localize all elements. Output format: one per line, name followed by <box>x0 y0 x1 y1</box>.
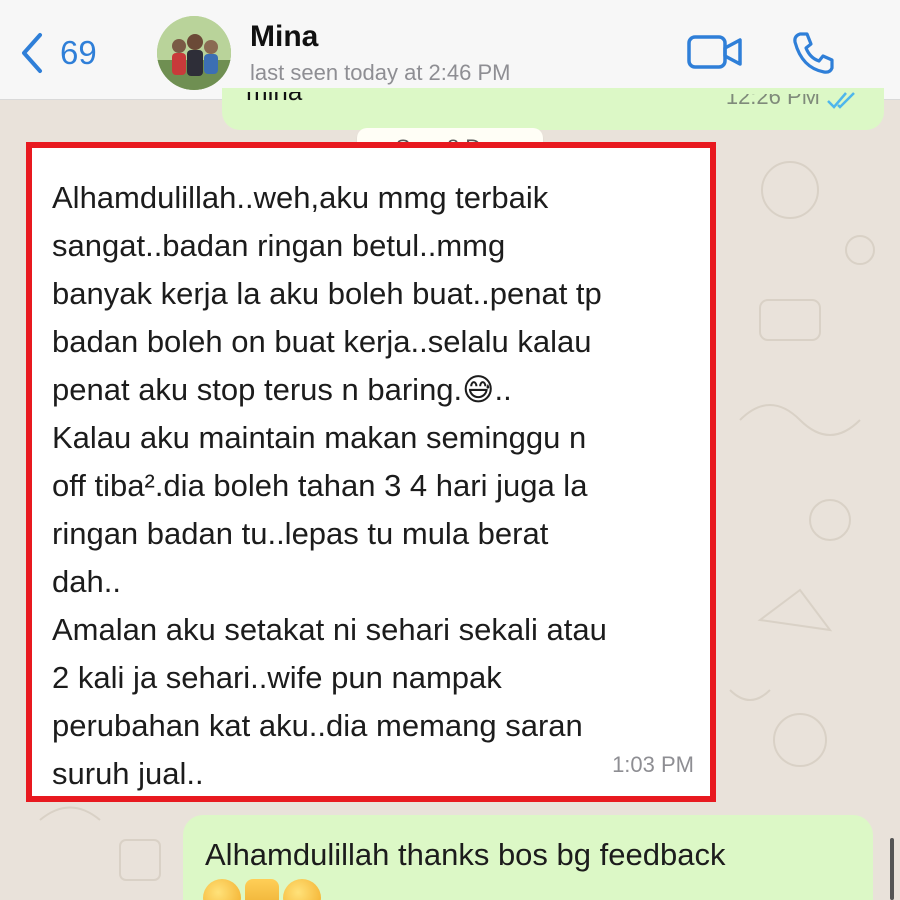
incoming-message-text: Alhamdulillah..weh,aku mmg terbaik sanga… <box>52 180 607 791</box>
chevron-left-icon <box>22 33 42 73</box>
smile-emoji-icon <box>283 879 321 900</box>
smile-emoji-icon <box>203 879 241 900</box>
previous-message-time: 12:26 PM <box>725 84 820 109</box>
video-call-button[interactable] <box>686 32 744 72</box>
outgoing-message-text: Alhamdulillah thanks bos bg feedback <box>205 837 726 872</box>
back-button[interactable]: 69 <box>18 28 97 78</box>
avatar[interactable] <box>157 16 231 90</box>
voice-call-button[interactable] <box>790 30 836 76</box>
unread-count: 69 <box>60 34 97 71</box>
previous-outgoing-message[interactable]: mina 12:26 PM <box>222 88 884 130</box>
incoming-message-time: 1:03 PM <box>612 752 694 777</box>
chat-header: 69 Mina last seen today at 2:46 PM <box>0 0 900 100</box>
thumbs-up-emoji-icon <box>245 879 279 900</box>
contact-name[interactable]: Mina <box>250 20 318 54</box>
outgoing-emoji-row <box>203 879 321 900</box>
scrollbar[interactable] <box>890 838 894 900</box>
group-photo-icon <box>157 16 231 90</box>
read-receipt-icon <box>827 92 855 109</box>
incoming-message-highlighted[interactable]: Alhamdulillah..weh,aku mmg terbaik sanga… <box>26 142 716 802</box>
video-camera-icon <box>687 35 742 69</box>
phone-icon <box>793 32 834 74</box>
last-seen-status: last seen today at 2:46 PM <box>250 60 511 85</box>
outgoing-message[interactable]: Alhamdulillah thanks bos bg feedback <box>183 815 873 900</box>
